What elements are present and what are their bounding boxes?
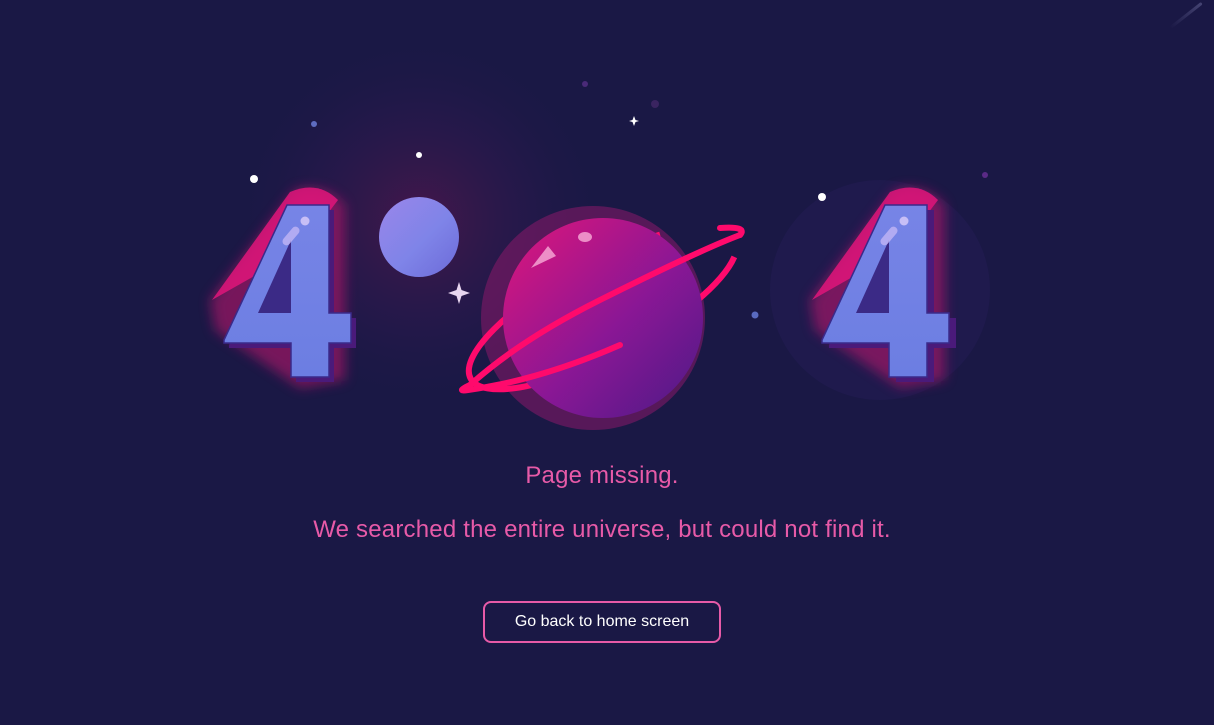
page-missing-description: We searched the entire universe, but cou… (313, 516, 891, 543)
star (818, 193, 826, 201)
error-404-illustration (210, 30, 990, 430)
star (311, 121, 317, 127)
go-home-button[interactable]: Go back to home screen (483, 601, 721, 643)
not-found-page: Page missing. We searched the entire uni… (0, 0, 1214, 725)
star (651, 100, 659, 108)
star (751, 311, 759, 319)
moon (379, 197, 459, 277)
page-missing-heading: Page missing. (525, 462, 679, 489)
star (250, 175, 258, 183)
star (582, 81, 588, 87)
sparkle-star (629, 116, 639, 126)
star (416, 152, 422, 158)
star (982, 172, 988, 178)
